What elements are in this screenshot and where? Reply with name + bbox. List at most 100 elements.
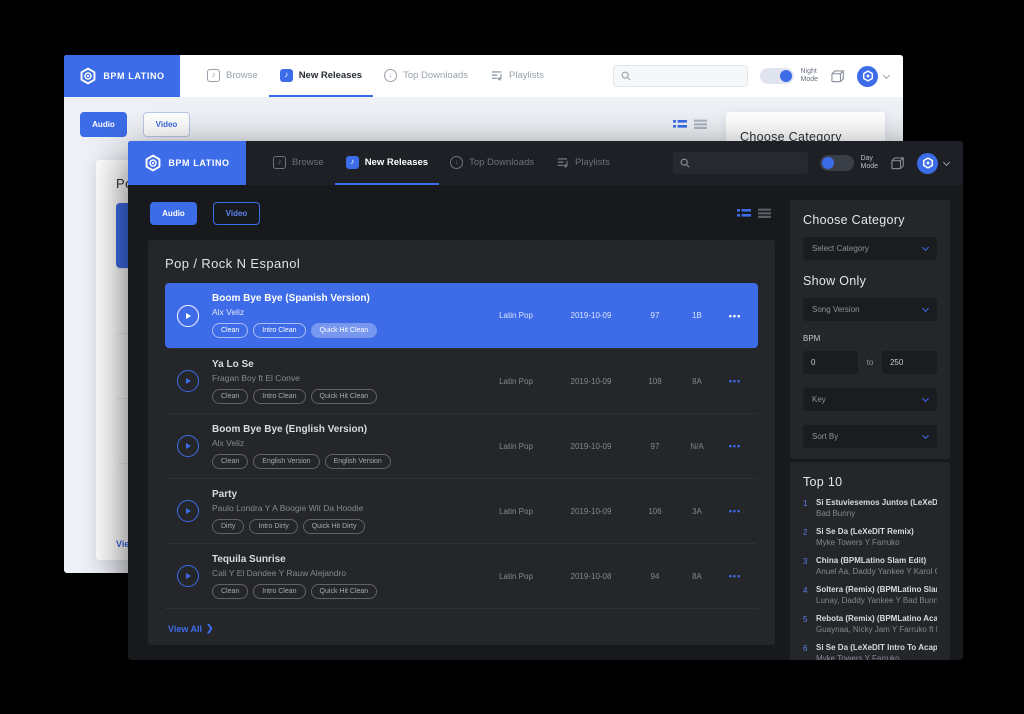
night-mode-toggle[interactable] [760, 68, 794, 84]
track-row[interactable]: Party Paulo Londra Y A Boogie Wit Da Hoo… [165, 478, 758, 543]
section-title: Pop / Rock N Espanol [165, 256, 758, 271]
bpm-from-input[interactable] [803, 351, 858, 374]
track-row[interactable]: Boom Bye Bye (English Version) Alx Veliz… [165, 413, 758, 478]
nav-playlists[interactable]: Playlists [479, 55, 555, 97]
track-row[interactable]: Ya Lo Se Fragan Boy ft El Conve Clean In… [165, 348, 758, 413]
account-chevron-down-icon[interactable] [883, 71, 890, 78]
tag-pill[interactable]: Clean [212, 454, 248, 469]
tag-pill[interactable]: Intro Clean [253, 389, 305, 404]
play-icon[interactable] [177, 435, 199, 457]
tag-pill[interactable]: Intro Dirty [249, 519, 297, 534]
nav-top-downloads[interactable]: ↓ Top Downloads [373, 55, 479, 97]
category-select[interactable]: Select Category [803, 237, 937, 260]
search-icon [621, 71, 631, 81]
top10-item[interactable]: 3 China (BPMLatino Slam Edit) Anuel Aa, … [803, 556, 937, 576]
account-avatar[interactable] [857, 66, 878, 87]
view-all-label: View All [168, 624, 202, 634]
top10-item[interactable]: 6 Si Se Da (LeXeDIT Intro To Acapella) M… [803, 643, 937, 660]
tag-pill[interactable]: English Version [325, 454, 391, 469]
tag-pill[interactable]: Dirty [212, 519, 244, 534]
account-chevron-down-icon[interactable] [943, 158, 950, 165]
song-version-select[interactable]: Song Version [803, 298, 937, 321]
track-key: 3A [676, 507, 718, 516]
row-menu-icon[interactable]: ••• [718, 571, 752, 581]
tag-pill[interactable]: Intro Clean [253, 584, 305, 599]
tag-pill[interactable]: English Version [253, 454, 319, 469]
row-menu-icon[interactable]: ••• [718, 376, 752, 386]
track-artist: Alx Veliz [212, 438, 484, 448]
key-select[interactable]: Key [803, 388, 937, 411]
nav-browse[interactable]: ♪ Browse [196, 55, 269, 97]
track-info: Tequila Sunrise Cali Y El Dandee Y Rauw … [212, 554, 484, 599]
track-key: N/A [676, 442, 718, 451]
tag-pill[interactable]: Quick Hit Clean [311, 389, 378, 404]
audio-tab[interactable]: Audio [80, 112, 127, 137]
search-input[interactable] [695, 159, 801, 168]
sort-by-select[interactable]: Sort By [803, 425, 937, 448]
track-row[interactable]: Boom Bye Bye (Spanish Version) Alx Veliz… [165, 283, 758, 348]
row-menu-icon[interactable]: ••• [718, 506, 752, 516]
top10-track-artist: Bad Bunny [816, 509, 937, 518]
top10-item[interactable]: 1 Si Estuviesemos Juntos (LeXeDIT R… Bad… [803, 498, 937, 518]
top10-track-title: China (BPMLatino Slam Edit) [816, 556, 937, 565]
nav-browse[interactable]: ♪ Browse [262, 141, 335, 185]
grid-view-icon[interactable] [694, 118, 707, 130]
row-menu-icon[interactable]: ••• [718, 441, 752, 451]
app-window-dark: BPM LATINO ♪ Browse ♪ New Releases ↓ Top… [128, 141, 963, 660]
nav-new-releases[interactable]: ♪ New Releases [335, 141, 439, 185]
brand-logo[interactable]: BPM LATINO [128, 141, 246, 185]
play-icon[interactable] [177, 305, 199, 327]
bpm-to-input[interactable] [882, 351, 937, 374]
tag-pill[interactable]: Quick Hit Clean [311, 584, 378, 599]
grid-view-icon[interactable] [758, 207, 771, 219]
bpm-range: to [803, 351, 937, 374]
crate-icon[interactable] [890, 156, 905, 171]
track-artist: Cali Y El Dandee Y Rauw Alejandro [212, 568, 484, 578]
section-card: Pop / Rock N Espanol Boom Bye Bye (Spani… [148, 240, 775, 645]
top10-track-artist: Anuel Aa, Daddy Yankee Y Karol G … [816, 567, 937, 576]
row-menu-icon[interactable]: ••• [718, 311, 752, 321]
top10-track-title: Si Se Da (LeXeDIT Remix) [816, 527, 937, 536]
choose-category-title: Choose Category [803, 213, 937, 227]
audio-tab[interactable]: Audio [150, 202, 197, 225]
track-row[interactable]: Tequila Sunrise Cali Y El Dandee Y Rauw … [165, 543, 758, 608]
new-releases-icon: ♪ [280, 69, 293, 82]
nav-new-releases[interactable]: ♪ New Releases [269, 55, 373, 97]
brand-logo[interactable]: BPM LATINO [64, 55, 180, 97]
play-icon[interactable] [177, 370, 199, 392]
top10-item[interactable]: 4 Soltera (Remix) (BPMLatino Slam E… Lun… [803, 585, 937, 605]
chevron-down-icon [922, 243, 929, 250]
nav-top-downloads[interactable]: ↓ Top Downloads [439, 141, 545, 185]
tag-pill[interactable]: Clean [212, 584, 248, 599]
tag-pill[interactable]: Clean [212, 323, 248, 338]
track-artist: Fragan Boy ft El Conve [212, 373, 484, 383]
video-tab[interactable]: Video [213, 202, 260, 225]
nav-label: New Releases [299, 70, 362, 81]
top10-item[interactable]: 2 Si Se Da (LeXeDIT Remix) Myke Towers Y… [803, 527, 937, 547]
list-view-icon[interactable] [737, 207, 751, 219]
top10-track-artist: Lunay, Daddy Yankee Y Bad Bunny [816, 596, 937, 605]
top10-track-artist: Myke Towers Y Farruko [816, 654, 937, 660]
top10-panel: Top 10 1 Si Estuviesemos Juntos (LeXeDIT… [790, 462, 950, 660]
tag-pill[interactable]: Quick Hit Clean [311, 323, 378, 338]
nav-label: Top Downloads [469, 157, 534, 168]
track-date: 2019-10-09 [548, 311, 634, 320]
video-tab[interactable]: Video [143, 112, 190, 137]
top10-item[interactable]: 5 Rebota (Remix) (BPMLatino Acapel… Guay… [803, 614, 937, 634]
account-avatar[interactable] [917, 153, 938, 174]
top10-track-title: Rebota (Remix) (BPMLatino Acapel… [816, 614, 937, 623]
view-all-link[interactable]: View All ❯ [168, 623, 214, 634]
tag-pill[interactable]: Quick Hit Dirty [303, 519, 366, 534]
tag-pill[interactable]: Intro Clean [253, 323, 305, 338]
play-icon[interactable] [177, 565, 199, 587]
play-icon[interactable] [177, 500, 199, 522]
chevron-down-icon [922, 304, 929, 311]
day-mode-toggle[interactable] [820, 155, 854, 171]
list-view-icon[interactable] [673, 118, 687, 130]
tag-pill[interactable]: Clean [212, 389, 248, 404]
crate-icon[interactable] [830, 69, 845, 84]
search-input[interactable] [636, 72, 740, 81]
top-downloads-icon: ↓ [384, 69, 397, 82]
select-value: Sort By [812, 432, 838, 441]
nav-playlists[interactable]: Playlists [545, 141, 621, 185]
